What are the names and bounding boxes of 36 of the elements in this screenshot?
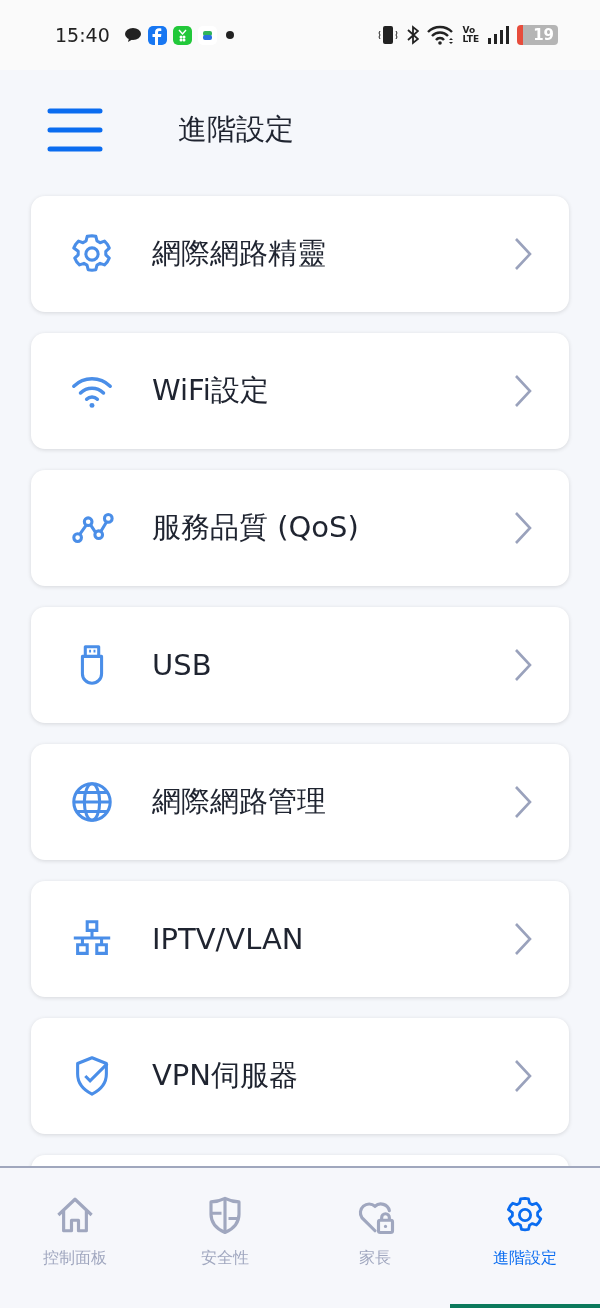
- chevron-right-icon: [514, 785, 532, 819]
- menu-item-label: VPN伺服器: [152, 1057, 300, 1094]
- menu-button[interactable]: [47, 108, 103, 152]
- chat-bubble-icon: [123, 27, 142, 43]
- settings-menu-item[interactable]: USB: [31, 607, 569, 723]
- battery-indicator: 19: [517, 25, 558, 45]
- settings-menu-item[interactable]: 服務品質 (QoS): [31, 470, 569, 586]
- globe-icon: [69, 779, 115, 825]
- menu-icon: [47, 108, 103, 152]
- menu-item-label: USB: [152, 648, 213, 682]
- chevron-right-icon: [514, 1059, 532, 1093]
- menu-item-label: 網際網路管理: [152, 783, 327, 820]
- wifi-signal-icon: [426, 25, 455, 45]
- chevron-right-icon: [514, 648, 532, 682]
- volte-label: Vo LTE: [462, 26, 480, 44]
- page-title: 進階設定: [178, 111, 294, 148]
- app-icon: [147, 25, 167, 45]
- menu-item-label: 服務品質 (QoS): [152, 509, 360, 546]
- nav-tab[interactable]: 進階設定: [450, 1168, 600, 1308]
- chevron-right-icon: [514, 511, 532, 545]
- app-icon: [172, 25, 192, 45]
- bluetooth-icon: [406, 25, 419, 45]
- menu-item-label: IPTV/VLAN: [152, 922, 305, 956]
- menu-item-label: 網際網路精靈: [152, 235, 327, 272]
- chevron-right-icon: [514, 237, 532, 271]
- settings-menu-item[interactable]: 網際網路管理: [31, 744, 569, 860]
- status-time: 15:40: [55, 24, 110, 46]
- menu-item-label: WiFi設定: [152, 372, 270, 409]
- vibrate-icon: [376, 24, 399, 46]
- chevron-right-icon: [514, 374, 532, 408]
- settings-menu-item[interactable]: WiFi設定: [31, 333, 569, 449]
- chevron-right-icon: [514, 922, 532, 956]
- settings-menu-item[interactable]: 網際網路精靈: [31, 196, 569, 312]
- cell-signal-icon: [487, 25, 510, 45]
- settings-menu-item[interactable]: VPN伺服器: [31, 1018, 569, 1134]
- settings-menu-item[interactable]: IPTV/VLAN: [31, 881, 569, 997]
